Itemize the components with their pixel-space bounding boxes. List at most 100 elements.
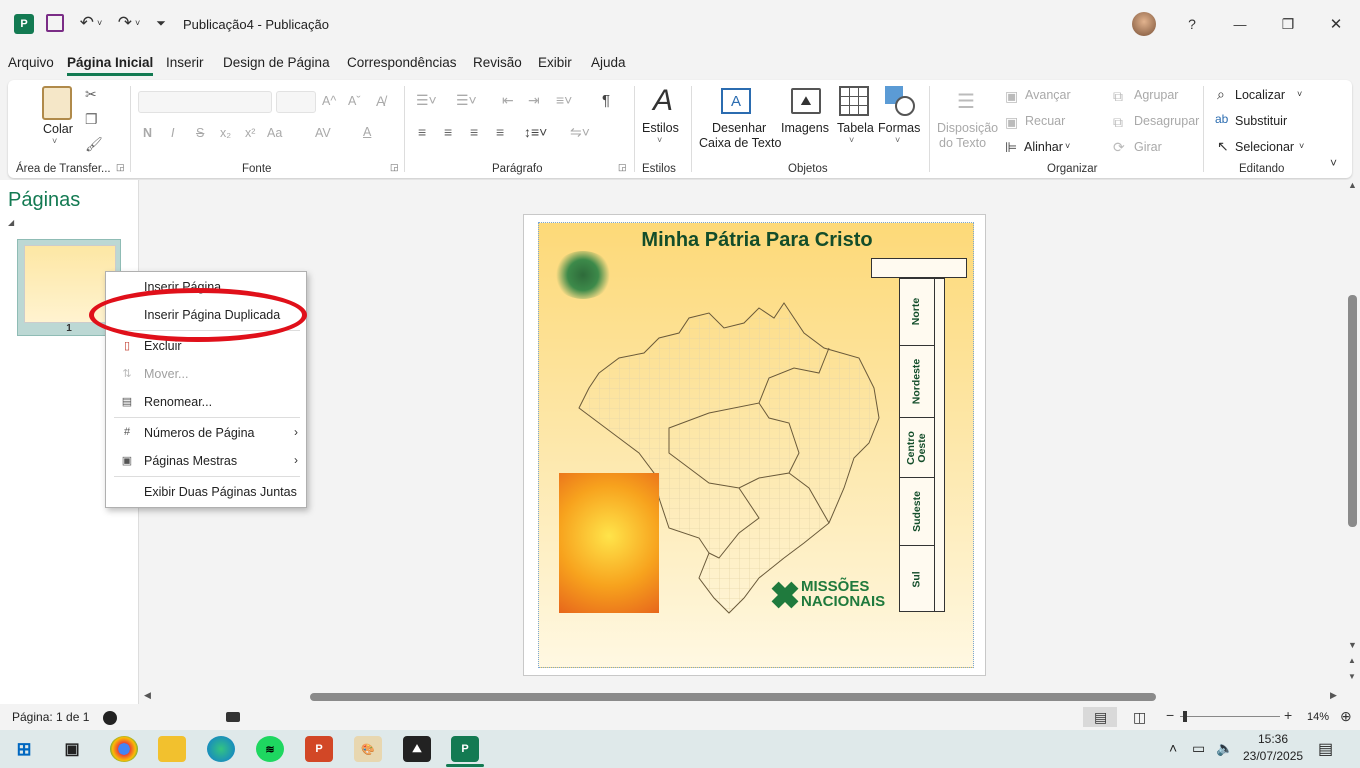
collapse-ribbon-icon[interactable]: ˅ <box>1330 156 1337 170</box>
tab-arquivo[interactable]: Arquivo <box>8 55 54 70</box>
bring-forward-button[interactable]: Avançar <box>1025 88 1071 102</box>
spotify-icon[interactable]: ≋ <box>256 736 284 762</box>
find-button[interactable]: Localizar <box>1235 88 1285 102</box>
next-page-icon[interactable]: ▼ <box>1348 672 1356 681</box>
shapes-button[interactable]: Formas <box>878 121 920 135</box>
chevron-down-icon[interactable]: ˅ <box>1299 141 1304 151</box>
region-nordeste[interactable]: Nordeste <box>899 346 935 418</box>
chevron-down-icon[interactable]: ˅ <box>895 135 900 145</box>
menu-item-rename[interactable]: ▤ Renomear... <box>106 389 306 415</box>
ungroup-icon[interactable]: ⧉ <box>1113 114 1123 131</box>
align-left-icon[interactable]: ≡ <box>418 124 426 140</box>
horizontal-scroll-thumb[interactable] <box>310 693 1156 701</box>
dialog-launcher-icon[interactable]: ◲ <box>618 162 627 173</box>
zoom-in-icon[interactable]: + <box>1284 707 1292 723</box>
two-page-spread-icon[interactable]: ◫ <box>1133 709 1146 726</box>
regions-table[interactable]: Norte Nordeste Centro Oeste Sudeste Sul <box>871 258 971 614</box>
vertical-scroll-thumb[interactable] <box>1348 295 1357 527</box>
regions-header-cell[interactable] <box>871 258 967 278</box>
chevron-down-icon[interactable]: ˅ <box>1065 141 1070 151</box>
font-color-button[interactable]: A <box>363 125 371 139</box>
text-box-icon[interactable]: A <box>721 88 751 114</box>
volume-icon[interactable]: 🔈 <box>1216 740 1233 757</box>
tab-design-de-pagina[interactable]: Design de Página <box>223 55 330 70</box>
tab-pagina-inicial[interactable]: Página Inicial <box>67 55 154 76</box>
search-icon[interactable]: ⌕ <box>1217 86 1225 103</box>
publication-title[interactable]: Minha Pátria Para Cristo <box>539 229 975 252</box>
rotate-icon[interactable]: ⟳ <box>1113 139 1125 156</box>
save-icon[interactable] <box>46 14 64 32</box>
region-centro-oeste[interactable]: Centro Oeste <box>899 418 935 478</box>
italic-button[interactable]: I <box>171 126 174 140</box>
fit-page-icon[interactable]: ⊕ <box>1340 708 1352 725</box>
images-button[interactable]: Imagens <box>781 121 829 135</box>
picture-icon[interactable]: ⛰ <box>791 88 821 114</box>
dialog-launcher-icon[interactable]: ◲ <box>116 162 125 173</box>
format-painter-icon[interactable]: 🖌 <box>85 136 103 153</box>
font-size-dropdown[interactable] <box>276 91 316 113</box>
align-center-icon[interactable]: ≡ <box>444 124 452 140</box>
character-spacing-button[interactable]: AV <box>315 126 331 140</box>
chevron-down-icon[interactable]: ˅ <box>849 135 854 145</box>
align-icon[interactable]: ⊫ <box>1005 139 1017 156</box>
zoom-slider[interactable] <box>1180 716 1280 717</box>
clear-format-icon[interactable]: A̸ <box>376 93 385 109</box>
missoes-nacionais-logo[interactable]: MISSÕES NACIONAIS <box>801 579 885 609</box>
styles-button[interactable]: Estilos <box>642 121 679 135</box>
group-button[interactable]: Agrupar <box>1134 88 1178 102</box>
zoom-level[interactable]: 14% <box>1307 711 1329 723</box>
macro-recording-icon[interactable] <box>103 711 117 725</box>
chevron-down-icon[interactable]: ˅ <box>1297 89 1302 99</box>
horizontal-scrollbar[interactable]: ◀ ▶ <box>140 690 1345 704</box>
columns-icon[interactable]: ≡˅ <box>556 92 572 108</box>
text-direction-icon[interactable]: ⇋˅ <box>570 124 590 141</box>
send-backward-button[interactable]: Recuar <box>1025 114 1065 128</box>
wrap-text-icon[interactable]: ☰ <box>949 88 983 114</box>
vertical-scrollbar[interactable]: ▲ ▼ ▲ ▼ <box>1345 180 1360 690</box>
paste-button[interactable]: Colar <box>43 122 73 136</box>
cut-icon[interactable]: ✂ <box>85 86 97 103</box>
table-button[interactable]: Tabela <box>837 121 874 135</box>
draw-text-box-button[interactable]: Desenhar <box>712 121 766 135</box>
close-button[interactable]: ✕ <box>1324 14 1348 34</box>
strikethrough-button[interactable]: S <box>196 126 204 140</box>
region-sudeste[interactable]: Sudeste <box>899 478 935 546</box>
task-view-icon[interactable]: ▣ <box>58 736 86 762</box>
replace-icon[interactable]: ab <box>1215 112 1228 126</box>
tab-revisao[interactable]: Revisão <box>473 55 522 70</box>
rotate-button[interactable]: Girar <box>1134 140 1162 154</box>
ungroup-button[interactable]: Desagrupar <box>1134 114 1199 128</box>
show-formatting-button[interactable]: ¶ <box>602 92 610 109</box>
styles-icon[interactable]: A <box>646 84 680 118</box>
replace-button[interactable]: Substituir <box>1235 114 1287 128</box>
dialog-launcher-icon[interactable]: ◲ <box>390 162 399 173</box>
windows-start-icon[interactable]: ⊞ <box>10 736 38 762</box>
draw-text-box-button-line2[interactable]: Caixa de Texto <box>699 136 781 150</box>
bold-button[interactable]: N <box>143 126 152 140</box>
tab-exibir[interactable]: Exibir <box>538 55 572 70</box>
photos-icon[interactable]: ⛰ <box>403 736 431 762</box>
tray-chevron-icon[interactable]: ˄ <box>1169 740 1177 756</box>
page-count-status[interactable]: Página: 1 de 1 <box>12 710 89 724</box>
paste-icon[interactable] <box>42 86 72 120</box>
poster-image[interactable] <box>559 473 659 613</box>
menu-item-move[interactable]: ⇅ Mover... <box>106 361 306 387</box>
avatar[interactable] <box>1132 12 1156 36</box>
powerpoint-icon[interactable]: P <box>305 736 333 762</box>
clock-time[interactable]: 15:36 <box>1258 732 1288 746</box>
shrink-font-button[interactable]: Aˇ <box>348 94 361 108</box>
publisher-taskbar-icon[interactable]: P <box>451 736 479 762</box>
line-spacing-icon[interactable]: ↕≡˅ <box>524 124 547 140</box>
restore-button[interactable]: ❐ <box>1276 14 1300 34</box>
tab-ajuda[interactable]: Ajuda <box>591 55 626 70</box>
chevron-down-icon[interactable]: ˅ <box>657 135 662 145</box>
clock-date[interactable]: 23/07/2025 <box>1243 749 1303 763</box>
font-name-dropdown[interactable] <box>138 91 272 113</box>
zoom-slider-thumb[interactable] <box>1183 711 1187 722</box>
file-explorer-icon[interactable] <box>158 736 186 762</box>
wrap-text-button-line2[interactable]: do Texto <box>939 136 986 150</box>
region-sul[interactable]: Sul <box>899 546 935 612</box>
redo-icon[interactable]: ↷ ˅ <box>114 12 144 34</box>
bring-forward-icon[interactable]: ▣ <box>1005 88 1018 105</box>
grow-font-button[interactable]: A^ <box>322 94 336 108</box>
